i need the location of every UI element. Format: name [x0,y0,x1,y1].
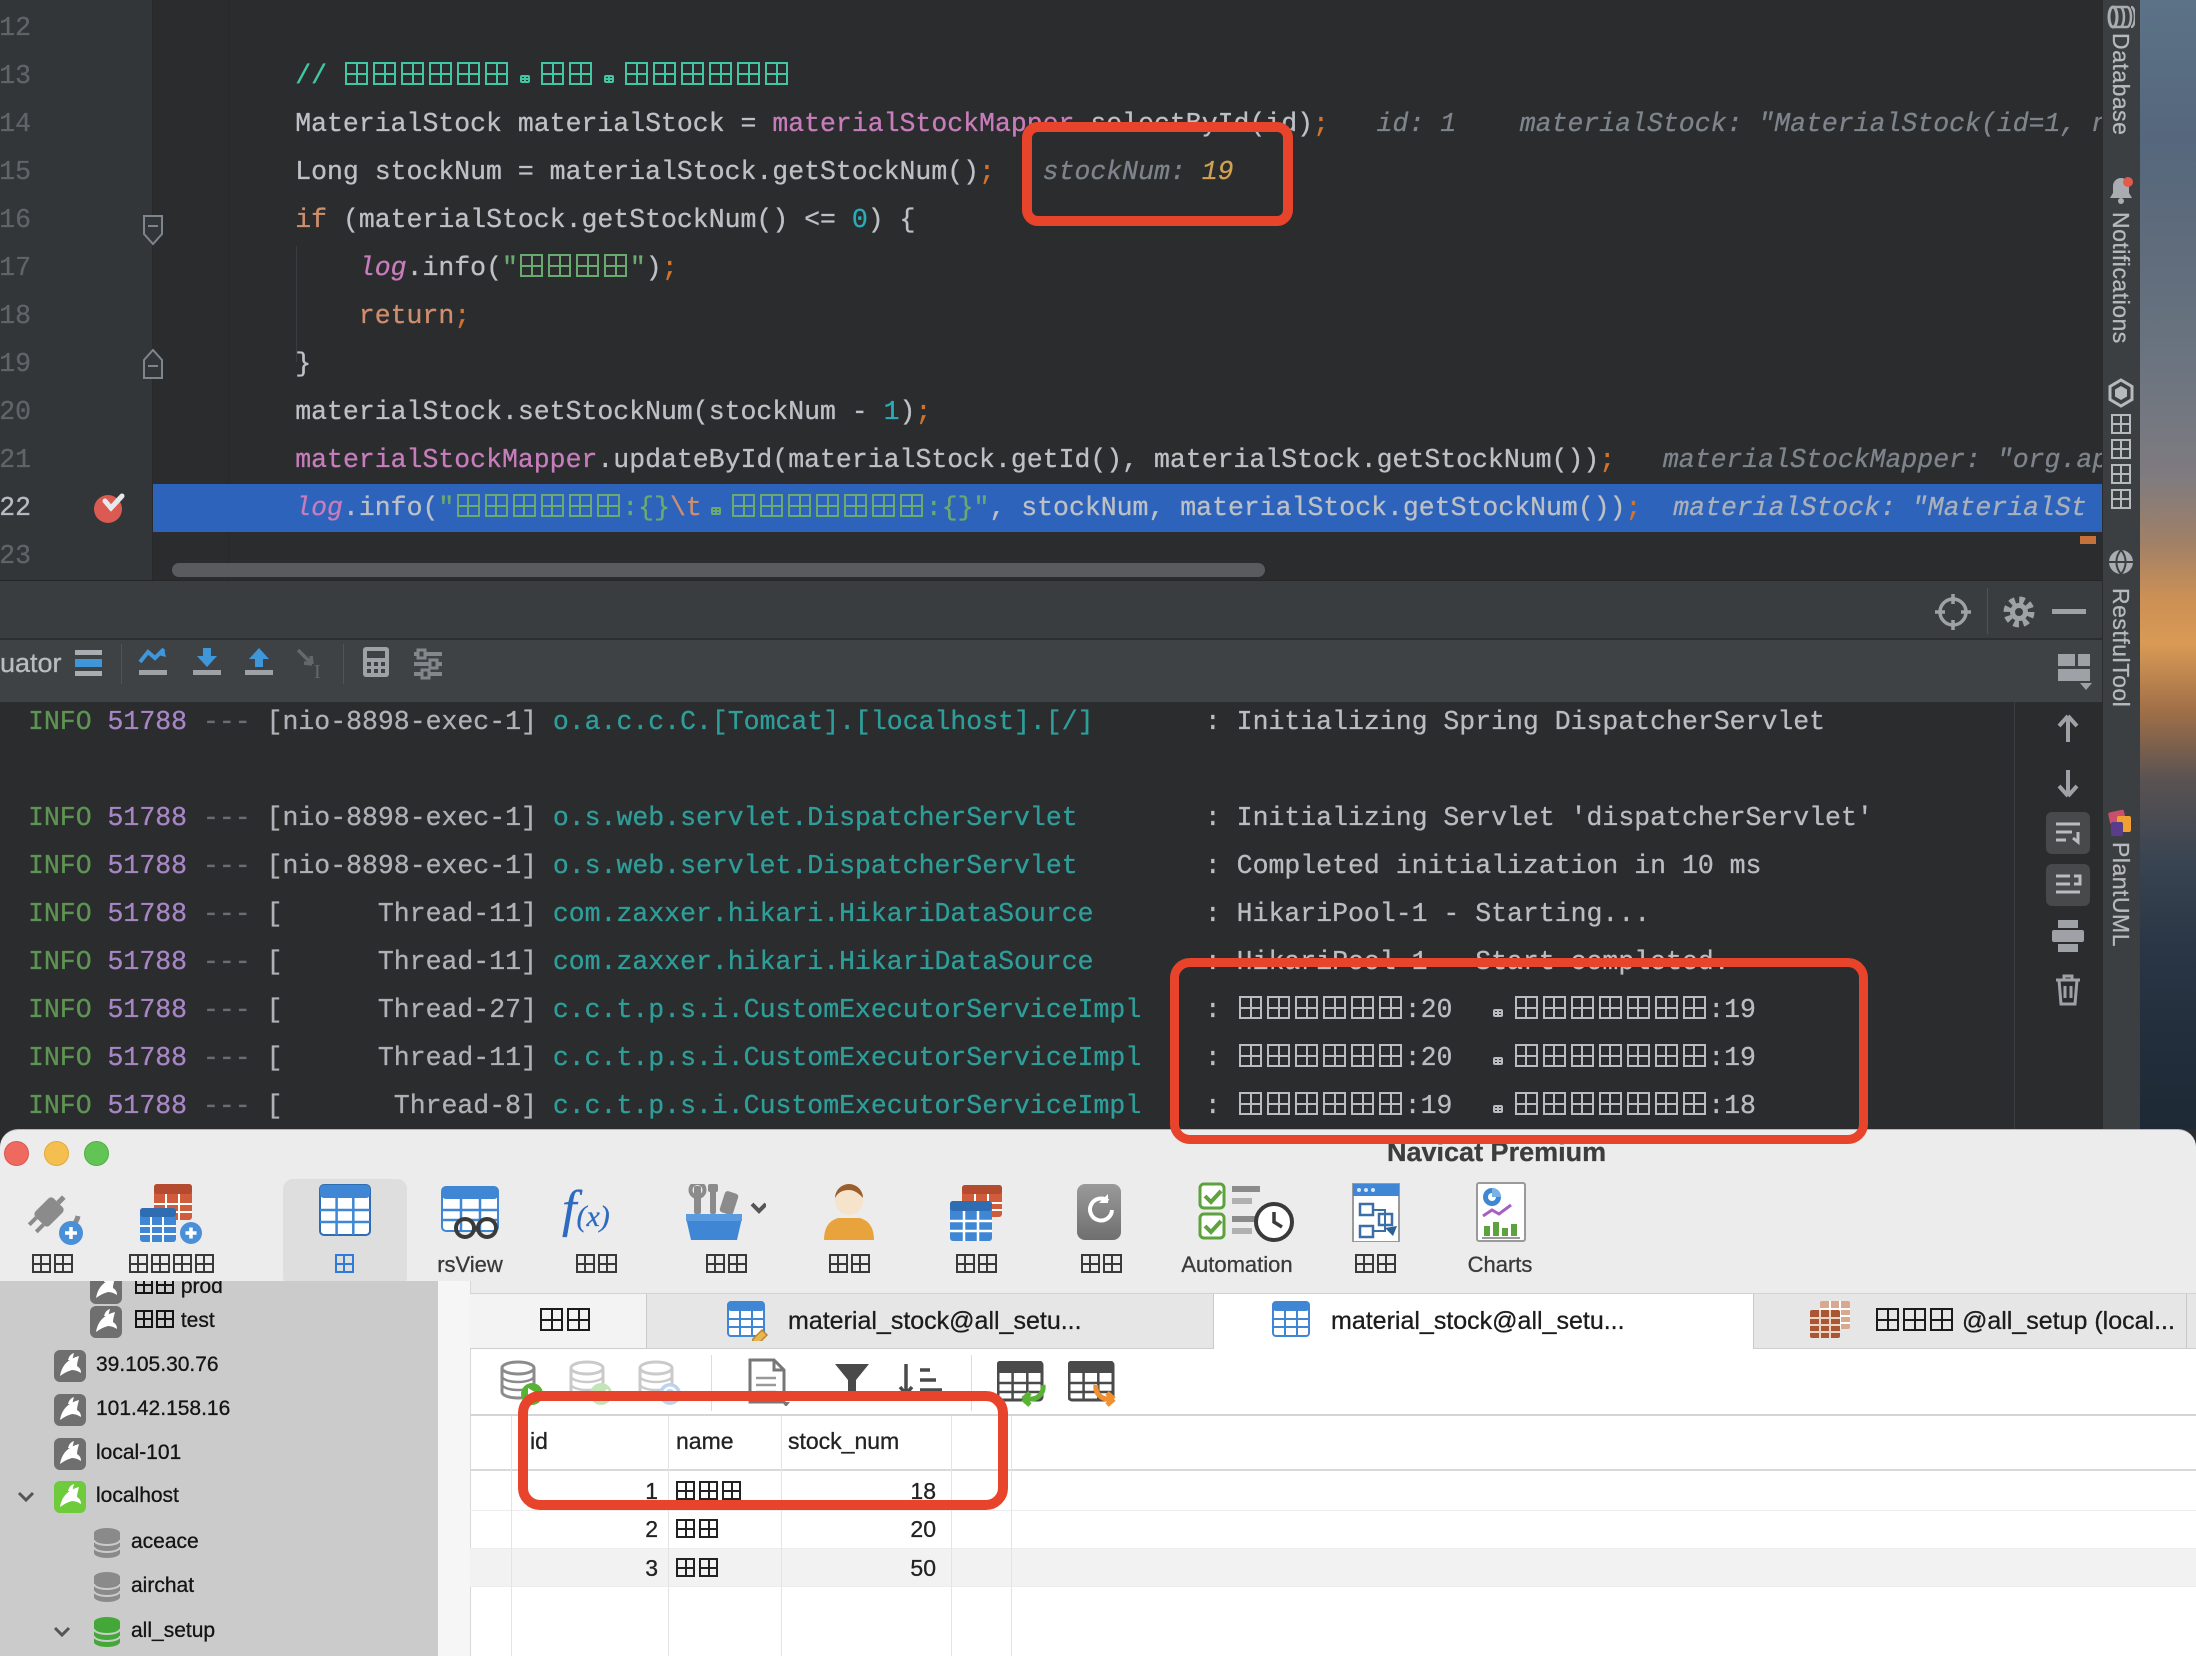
svg-text:I: I [314,661,321,682]
